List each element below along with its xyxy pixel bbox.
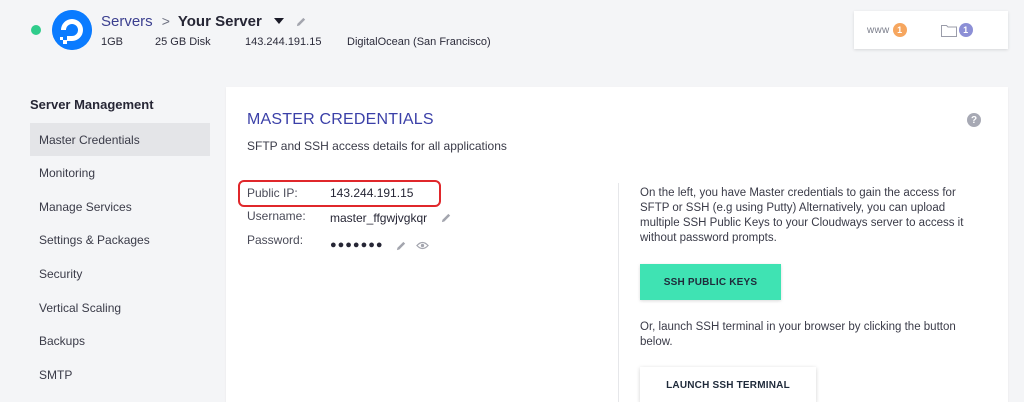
breadcrumb-separator: > [161,13,170,29]
sidebar-item-security[interactable]: Security [30,257,210,290]
username-value: master_ffgwjvgkqr [330,211,428,225]
help-icon[interactable]: ? [967,113,981,127]
public-ip-label: Public IP: [247,186,298,200]
server-name: Your Server [177,12,262,30]
ssh-public-keys-button[interactable]: SSH PUBLIC KEYS [640,264,781,300]
sidebar-title: Server Management [30,97,154,112]
breadcrumb-servers-link[interactable]: Servers [101,13,153,30]
sidebar-item-vertical-scaling[interactable]: Vertical Scaling [30,291,210,324]
sidebar-item-master-credentials[interactable]: Master Credentials [30,123,210,156]
server-provider: DigitalOcean (San Francisco) [347,36,491,48]
server-ip: 143.244.191.15 [245,36,322,48]
server-status-dot [31,25,41,35]
folder-count-badge: 1 [958,23,973,37]
password-value: ●●●●●●● [330,239,384,251]
server-disk: 25 GB Disk [155,36,211,48]
www-icon[interactable]: www [867,25,890,36]
edit-password-pencil-icon[interactable] [396,240,407,251]
master-credentials-card: MASTER CREDENTIALS ? SFTP and SSH access… [226,87,1008,402]
edit-server-name-pencil-icon[interactable] [296,16,307,27]
sidebar-item-smtp[interactable]: SMTP [30,358,210,391]
page-subtitle: SFTP and SSH access details for all appl… [247,139,507,153]
show-password-eye-icon[interactable] [416,241,429,250]
username-label: Username: [247,209,306,223]
public-ip-value: 143.244.191.15 [330,186,414,200]
server-switcher-caret-icon[interactable] [273,18,284,24]
sidebar-item-backups[interactable]: Backups [30,324,210,357]
page-title: MASTER CREDENTIALS [247,111,434,128]
breadcrumb: Servers > Your Server [101,12,307,30]
digitalocean-logo-icon [52,10,92,50]
folder-icon[interactable] [940,24,957,37]
master-credentials-info: On the left, you have Master credentials… [640,187,964,244]
sidebar-item-manage-services[interactable]: Manage Services [30,190,210,223]
column-divider [618,183,619,402]
sidebar-item-monitoring[interactable]: Monitoring [30,156,210,189]
server-ram: 1GB [101,36,124,48]
www-count-badge: 1 [892,23,907,37]
launch-ssh-terminal-button[interactable]: LAUNCH SSH TERMINAL [640,367,816,402]
ssh-terminal-info: Or, launch SSH terminal in your browser … [640,321,956,348]
app-count-badges: www 1 1 [854,11,1008,49]
edit-username-pencil-icon[interactable] [441,212,452,223]
sidebar-item-settings-packages[interactable]: Settings & Packages [30,223,210,256]
password-label: Password: [247,233,304,247]
